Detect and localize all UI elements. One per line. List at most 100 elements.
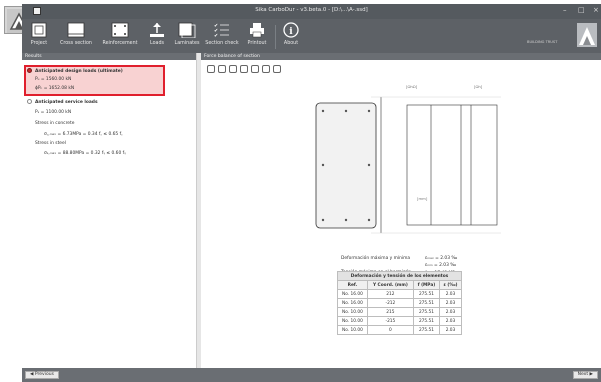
table-row: No. 16.00 212 275.51 2.03 [337, 289, 463, 299]
column-section [315, 102, 377, 229]
reinforcement-icon [111, 22, 129, 38]
printout-label: Printout [247, 41, 267, 46]
table-cell: No. 16.00 [337, 289, 368, 299]
table-cell: 212 [366, 289, 414, 299]
table-cell: No. 16.00 [337, 298, 368, 308]
table-header: Ref. [337, 280, 368, 290]
table-cell: 2.03 [438, 289, 463, 299]
table-body: No. 16.00 212 275.51 2.03 No. 16.00 -212 275.5… [337, 289, 463, 335]
table-cell: 215 [366, 307, 414, 317]
results-header: Results [22, 53, 196, 60]
minimize-button[interactable]: – [563, 6, 567, 14]
max-strain-value: εₘₐₓ = 2.03 ‰ [425, 256, 458, 261]
table-row: No. 16.00 -212 275.51 2.03 [337, 298, 463, 308]
ultimate-loads-label: Anticipated design loads (ultimate) [35, 69, 123, 74]
about-label: About [283, 41, 299, 46]
force-balance-panel: Force balance of section [ΩhΩ] [Ωh] [mm]… [201, 53, 601, 368]
table-cell: -215 [366, 316, 414, 326]
table-row: No. 10.00 0 275.51 2.03 [337, 325, 463, 335]
rotate-icon[interactable] [251, 65, 259, 73]
printer-icon [248, 22, 266, 38]
reinforcement-label: Reinforcement [102, 41, 138, 46]
ribbon-separator [275, 25, 276, 49]
table-cell: 2.03 [438, 298, 463, 308]
table-cell: 275.51 [412, 307, 440, 317]
svg-text:i: i [289, 27, 293, 37]
max-min-strain-label: Deformación máxima y mínima [341, 256, 411, 261]
table-cell: 275.51 [412, 325, 440, 335]
sika-logo [577, 23, 597, 47]
export-icon[interactable] [273, 65, 281, 73]
zoom-icon[interactable] [207, 65, 215, 73]
info-icon: i [282, 22, 300, 38]
table-row: No. 10.00 -215 275.51 2.03 [337, 316, 463, 326]
drawing-toolbar [207, 65, 284, 73]
steel-stress-value: σₛ,ₘₐₓ = 88.80MPa = 0.32 fᵧ ≤ 0.60 fᵧ [44, 151, 126, 156]
loads-button[interactable]: Loads [144, 22, 170, 52]
measure-icon[interactable] [240, 65, 248, 73]
ribbon-toolbar: Project Cross section Reinforcement Load… [22, 19, 601, 53]
table-header: ε (‰) [438, 280, 463, 290]
previous-button[interactable]: ◀ Previous [25, 371, 59, 379]
table-cell: -212 [366, 298, 414, 308]
stress-diagram [406, 104, 498, 226]
table-cell: 2.03 [438, 316, 463, 326]
brand-tagline: BUILDING TRUST [527, 40, 558, 44]
concrete-stress-title: Stress in concrete [35, 121, 75, 126]
service-ps-value: Pₛ = 1100.00 kN [35, 110, 72, 115]
project-label: Project [30, 41, 48, 46]
printout-button[interactable]: Printout [243, 22, 271, 52]
ultimate-loads-option[interactable]: Anticipated design loads (ultimate) [27, 68, 123, 74]
cross-section-button[interactable]: Cross section [56, 22, 96, 52]
table-cell: 0 [366, 325, 414, 335]
laminates-button[interactable]: Laminates [172, 22, 202, 52]
pan-icon[interactable] [262, 65, 270, 73]
radio-unselected-icon [27, 99, 32, 104]
table-cell: No. 10.00 [337, 316, 368, 326]
table-header: f (MPa) [412, 280, 440, 290]
table-caption: Deformación y tensión de los elementos [337, 271, 462, 281]
table-cell: 275.51 [412, 289, 440, 299]
concrete-stress-value: σ꜀,ₘₐₓ = 6.73MPa = 0.34 f꜀ ≤ 0.65 f꜀ [44, 132, 123, 137]
force-balance-header: Force balance of section [201, 53, 601, 60]
service-loads-label: Anticipated service loads [35, 100, 98, 105]
project-icon [30, 22, 48, 38]
radio-selected-icon [27, 68, 32, 73]
close-button[interactable]: × [593, 6, 599, 14]
section-check-label: Section check [205, 41, 239, 46]
reinforcement-button[interactable]: Reinforcement [100, 22, 140, 52]
table-cell: 275.51 [412, 298, 440, 308]
service-loads-option[interactable]: Anticipated service loads [27, 99, 98, 105]
zoom-in-icon[interactable] [218, 65, 226, 73]
section-check-button[interactable]: ✔ ✔ ✔ Section check [205, 22, 239, 52]
element-strain-table: Deformación y tensión de los elementos R… [337, 271, 463, 335]
loads-icon [148, 22, 166, 38]
dimension-label-top-2: [Ωh] [474, 84, 483, 89]
dimension-label-top-1: [ΩhΩ] [406, 84, 418, 89]
section-check-icon: ✔ ✔ ✔ [213, 22, 231, 39]
laminates-label: Laminates [174, 41, 200, 46]
table-header: Y Coord. (mm) [366, 280, 414, 290]
cross-section-label: Cross section [60, 41, 92, 46]
table-cell: 2.03 [438, 307, 463, 317]
next-label: Next [577, 372, 589, 377]
svg-text:✔: ✔ [214, 33, 218, 38]
dimension-label-bottom: [mm] [417, 196, 428, 201]
about-button[interactable]: i About [280, 22, 302, 52]
arrow-right-icon: ▶ [588, 372, 593, 377]
results-panel: Results Anticipated design loads (ultima… [22, 53, 197, 368]
table-cell: No. 10.00 [337, 307, 368, 317]
project-button[interactable]: Project [26, 22, 52, 52]
table-cell: 275.51 [412, 316, 440, 326]
laminates-icon [178, 22, 196, 39]
ultimate-pu-value: Pᵤ = 1560.00 kN [35, 77, 72, 82]
window-title: Sika CarboDur - v3.beta.0 - [D:\...\A-.s… [255, 7, 368, 13]
maximize-button[interactable]: □ [578, 6, 585, 14]
zoom-out-icon[interactable] [229, 65, 237, 73]
bottom-nav-bar: ◀ Previous Next ▶ [22, 368, 601, 382]
next-button[interactable]: Next ▶ [572, 371, 598, 379]
section-drawing [315, 96, 501, 234]
steel-stress-title: Stress in steel [35, 141, 66, 146]
table-row: No. 10.00 215 275.51 2.03 [337, 307, 463, 317]
ultimate-phipn-value: ϕPₙ = 1652.08 kN [35, 86, 75, 91]
